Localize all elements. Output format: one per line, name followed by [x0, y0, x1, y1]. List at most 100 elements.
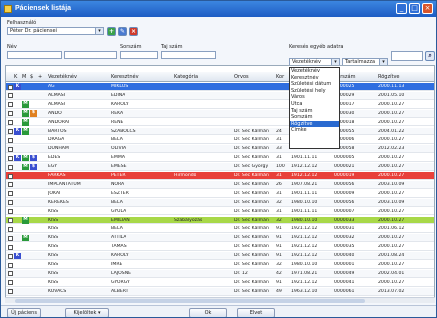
- search-icon[interactable]: ⌕: [425, 51, 435, 61]
- minimize-button[interactable]: _: [396, 3, 407, 14]
- table-row[interactable]: KISS LAJOSNÉ Dr. 12 42 1971.08.21 0000049 2002…: [6, 269, 434, 278]
- dropdown-option[interactable]: Taj szám: [290, 108, 339, 115]
- taj-input[interactable]: [161, 51, 216, 59]
- row-checkbox[interactable]: [8, 271, 13, 277]
- table-row[interactable]: KISS KÁROLY Dr. Sec Kálmán 91 1921.12.12 0000…: [6, 252, 434, 260]
- table-row[interactable]: KISS GYÖRGY Dr. Sec Kálmán 91 1921.12.12 0000…: [6, 279, 434, 287]
- table-row[interactable]: FARKAS PÉTER Hirmondó Dr. Sec Kálmán 31 1912.…: [6, 172, 434, 180]
- table-row[interactable]: KOVÁCS ALBERT Dr. Sec Kálmán 49 1963.12.10 00…: [6, 287, 434, 296]
- column-header[interactable]: Orvos: [234, 74, 249, 80]
- age-cell: 32: [276, 199, 282, 205]
- table-row[interactable]: EDES EMMA Dr. Sec Kálmán 31 1901.11.11 000000…: [6, 154, 434, 163]
- table-row[interactable]: KISS TAMÁS Dr. Sec Kálmán 91 1921.12.12 00000…: [6, 243, 434, 252]
- add-icon[interactable]: +: [107, 27, 116, 36]
- row-checkbox[interactable]: [8, 93, 13, 99]
- last-name-cell: ANDÓ: [48, 110, 62, 116]
- row-checkbox[interactable]: [8, 182, 13, 188]
- first-name-cell: TAMÁS: [111, 244, 127, 250]
- table-row[interactable]: KISS GYULA Dr. Sec Kálmán 31 1901.11.11 00000…: [6, 208, 434, 216]
- row-checkbox[interactable]: [8, 120, 13, 126]
- selected-menu-button[interactable]: Kijelöltek ▾: [65, 308, 109, 317]
- table-row[interactable]: KISS EMILIÁN Szabályozás Dr. Sec Kálmán 32 19…: [6, 216, 434, 225]
- column-header[interactable]: Kor: [276, 74, 284, 80]
- table-row[interactable]: ALMÁSIKÁROLY1911.11.1100000172000.10.27M: [6, 101, 434, 109]
- birth-date-cell: 1921.12.12: [291, 226, 318, 232]
- table-row[interactable]: KISS BÉLA Dr. Sec Kálmán 91 1921.12.12 000003…: [6, 225, 434, 234]
- first-name-cell: BÉLA: [111, 226, 123, 232]
- birth-date-cell: 1921.12.12: [291, 279, 318, 285]
- id-input[interactable]: [120, 51, 158, 59]
- cancel-button[interactable]: Elvet: [237, 308, 275, 317]
- dropdown-option[interactable]: Születési dátum: [290, 81, 339, 88]
- row-checkbox[interactable]: [8, 173, 13, 179]
- table-row[interactable]: IMPLANTÁTUM NÓRA Dr. Sec Kálmán 26 1907.08.2…: [6, 180, 434, 189]
- user-select[interactable]: Péter Dr. páciensei ▾: [7, 27, 104, 35]
- row-checkbox[interactable]: [8, 84, 13, 90]
- table-row[interactable]: KEREKES BÉLA Dr. Sec Kálmán 32 1980.10.10 000…: [6, 198, 434, 207]
- dropdown-option[interactable]: Keresztnév: [290, 75, 339, 82]
- edit-icon[interactable]: ✎: [118, 27, 127, 36]
- column-header[interactable]: K: [14, 74, 17, 80]
- table-row[interactable]: ALMÁSIEDINA1975.08.1100000292001.05.10: [6, 91, 434, 100]
- column-header[interactable]: M: [22, 74, 26, 80]
- row-checkbox[interactable]: [8, 129, 13, 134]
- table-row[interactable]: BARTOSSZABOLCSDr. Sec Kálmán241979.08.02…: [6, 127, 434, 136]
- delete-icon[interactable]: ×: [129, 27, 138, 36]
- table-row[interactable]: EGY EMESE Dr. Sec György 100 1912.12.12 00000…: [6, 163, 434, 171]
- table-row[interactable]: ANDORAIRENÉ1912.11.2200000182000.10.27M: [6, 119, 434, 127]
- row-checkbox[interactable]: [8, 262, 13, 268]
- row-checkbox[interactable]: [8, 218, 13, 223]
- horizontal-scrollbar[interactable]: [5, 297, 435, 303]
- row-checkbox[interactable]: [8, 102, 13, 108]
- dropdown-option[interactable]: Város: [290, 94, 339, 101]
- row-checkbox[interactable]: [8, 137, 13, 143]
- row-checkbox[interactable]: [8, 164, 13, 170]
- maximize-button[interactable]: □: [409, 3, 420, 14]
- table-row[interactable]: KISS ATTILA Dr. Sec Kálmán 91 1921.12.12 0000…: [6, 234, 434, 243]
- column-header[interactable]: Rögzítve: [378, 74, 400, 80]
- recorded-cell: 2000.10.27: [378, 208, 405, 214]
- scroll-thumb[interactable]: [15, 299, 365, 303]
- close-button[interactable]: ×: [422, 3, 433, 14]
- dropdown-option[interactable]: Vezetéknév: [290, 68, 339, 75]
- row-checkbox[interactable]: [8, 280, 13, 286]
- dropdown-option[interactable]: Rögzítve: [290, 120, 339, 128]
- row-checkbox[interactable]: [8, 209, 13, 215]
- first-name-input[interactable]: [64, 51, 117, 59]
- last-name-input[interactable]: [7, 51, 62, 59]
- new-patient-button[interactable]: Új páciens: [7, 308, 41, 317]
- age-cell: 24: [276, 128, 282, 134]
- column-header[interactable]: Keresztnév: [111, 74, 139, 80]
- dropdown-option[interactable]: Utca: [290, 101, 339, 108]
- table-row[interactable]: DRÁGABÉLADr. Sec Kálmán311901.11.1100000…: [6, 136, 434, 145]
- dropdown-option[interactable]: Születési hely: [290, 88, 339, 95]
- dropdown-option[interactable]: Címke: [290, 127, 339, 134]
- column-header[interactable]: $: [30, 74, 33, 80]
- table-row[interactable]: AGMIKLÓS1971.08.1100000252000.11.13K: [6, 83, 434, 91]
- table-row[interactable]: ANDÓRÉKA1968.01.1200000302000.10.27$M: [6, 109, 434, 118]
- column-header[interactable]: +: [38, 74, 42, 80]
- row-checkbox[interactable]: [8, 111, 13, 117]
- table-row[interactable]: KISS IMRE Dr. Sec Kálmán 32 1980.10.10 000000…: [6, 261, 434, 269]
- row-checkbox[interactable]: [8, 253, 13, 259]
- dropdown-option[interactable]: Sorszám: [290, 114, 339, 121]
- age-cell: 31: [276, 173, 282, 178]
- row-checkbox[interactable]: [8, 289, 13, 295]
- row-checkbox[interactable]: [8, 244, 13, 250]
- row-checkbox[interactable]: [8, 235, 13, 241]
- ok-button[interactable]: Ok: [189, 308, 227, 317]
- column-header[interactable]: Vezetéknév: [48, 74, 77, 80]
- search-text-input[interactable]: [391, 51, 423, 61]
- first-name-cell: MIKLÓS: [111, 84, 129, 89]
- table-row[interactable]: DUNHAMOLIVIADr. Sec Kálmán331979.10.1000…: [6, 145, 434, 154]
- search-field-dropdown[interactable]: Vezetéknév Keresztnév Születési dátum Szüle…: [289, 67, 340, 149]
- recorded-cell: 2000.10.27: [378, 155, 405, 161]
- user-select-value: Péter Dr. páciensei: [10, 28, 57, 34]
- row-checkbox[interactable]: [8, 155, 13, 161]
- row-checkbox[interactable]: [8, 146, 13, 152]
- table-row[interactable]: JÓKAI ESZTER Dr. Sec Kálmán 31 1901.11.11 000…: [6, 190, 434, 198]
- column-header[interactable]: Kategória: [174, 74, 198, 80]
- row-checkbox[interactable]: [8, 226, 13, 232]
- row-checkbox[interactable]: [8, 200, 13, 206]
- row-checkbox[interactable]: [8, 191, 13, 197]
